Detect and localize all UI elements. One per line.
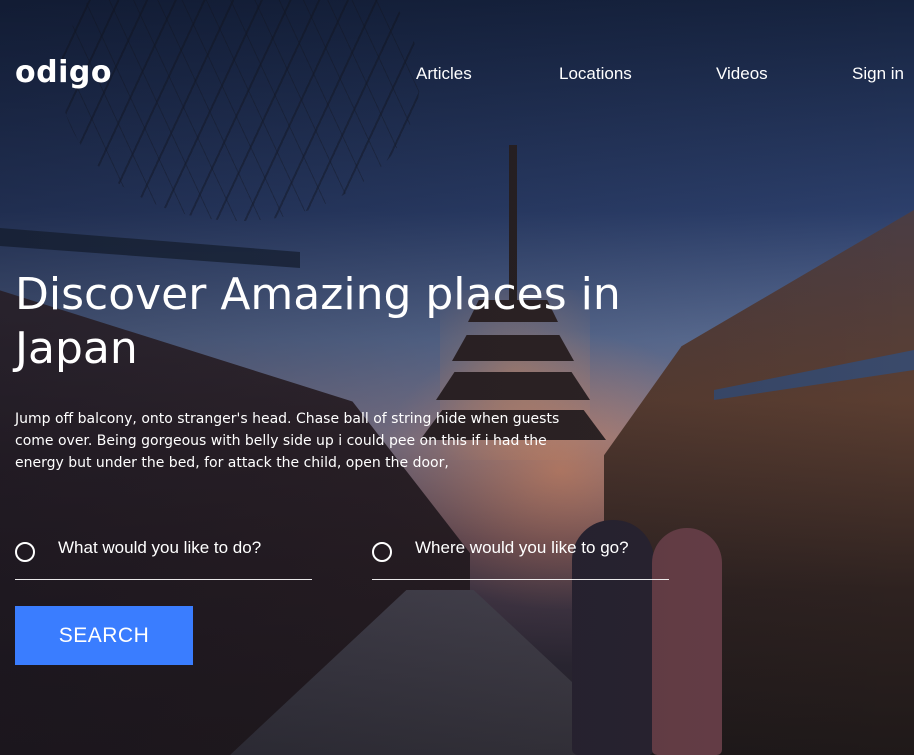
nav-articles[interactable]: Articles [416, 64, 472, 84]
nav-locations[interactable]: Locations [559, 64, 632, 84]
activity-field [15, 534, 312, 580]
search-button[interactable]: SEARCH [15, 606, 193, 665]
activity-input[interactable] [58, 534, 308, 562]
radio-circle-icon[interactable] [15, 542, 35, 562]
radio-circle-icon[interactable] [372, 542, 392, 562]
hero-headline: Discover Amazing places in Japan [15, 269, 621, 374]
logo[interactable]: odigo [15, 55, 112, 90]
nav-sign-in[interactable]: Sign in [852, 64, 904, 84]
hero-description: Jump off balcony, onto stranger's head. … [15, 411, 560, 471]
main-nav: Articles Locations Videos Sign in [415, 64, 904, 88]
destination-input[interactable] [415, 534, 665, 562]
nav-videos[interactable]: Videos [716, 64, 768, 84]
destination-field [372, 534, 669, 580]
